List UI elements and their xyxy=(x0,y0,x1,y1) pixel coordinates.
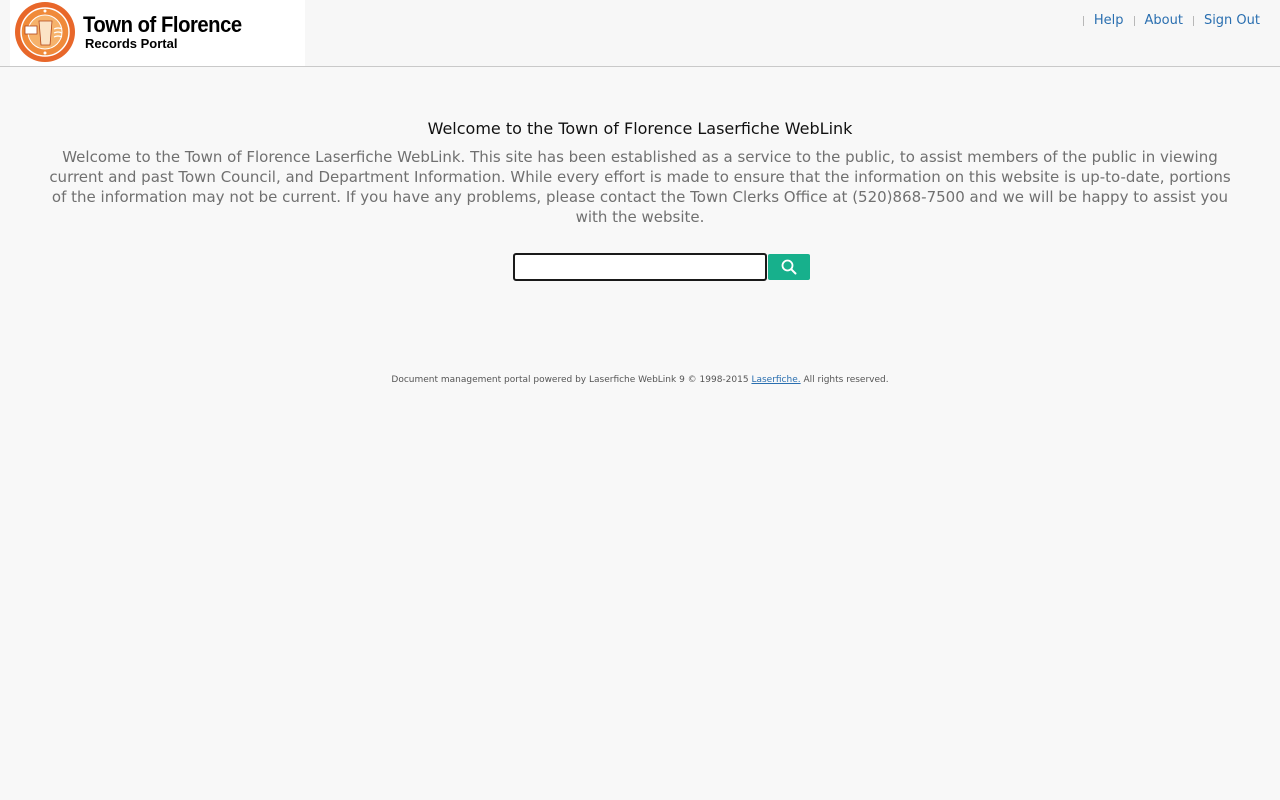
laserfiche-link[interactable]: Laserfiche. xyxy=(751,375,800,385)
search-icon xyxy=(781,259,796,275)
search-input[interactable] xyxy=(512,253,767,281)
brand-title: Town of Florence xyxy=(83,12,242,37)
logo[interactable]: Town of Florence Records Portal xyxy=(10,0,305,66)
welcome-description: Welcome to the Town of Florence Laserfic… xyxy=(49,148,1231,226)
sign-out-link[interactable]: Sign Out xyxy=(1204,13,1260,28)
help-link[interactable]: Help xyxy=(1094,13,1124,28)
nav-separator xyxy=(1133,15,1135,26)
page-footer: Document management portal powered by La… xyxy=(0,375,1280,385)
search-button[interactable] xyxy=(767,254,810,280)
top-nav: Help About Sign Out xyxy=(1073,13,1260,28)
brand-subtitle: Records Portal xyxy=(85,36,178,51)
page-header: Town of Florence Records Portal Help Abo… xyxy=(0,0,1280,67)
main-content: Welcome to the Town of Florence Laserfic… xyxy=(0,119,1280,385)
footer-rights: All rights reserved. xyxy=(800,375,889,385)
footer-text: Document management portal powered by La… xyxy=(391,375,752,385)
search-bar xyxy=(0,253,1280,281)
nav-separator xyxy=(1192,15,1194,26)
about-link[interactable]: About xyxy=(1145,13,1183,28)
nav-separator xyxy=(1082,15,1084,26)
town-seal-icon xyxy=(15,2,75,62)
page-title: Welcome to the Town of Florence Laserfic… xyxy=(427,119,853,138)
